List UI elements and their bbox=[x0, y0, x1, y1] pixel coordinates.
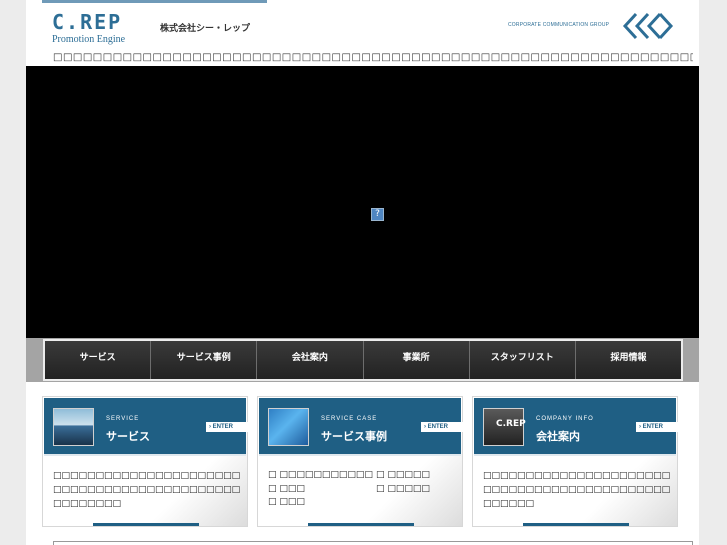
company-name: 株式会社シー・レップ bbox=[160, 24, 251, 34]
nav-item-staff-list[interactable]: スタッフリスト bbox=[469, 341, 576, 379]
logo-subtitle: Promotion Engine bbox=[52, 34, 126, 45]
card-bottom-bar bbox=[523, 523, 629, 526]
service-case-card-header[interactable]: SERVICE CASE サービス事例 › ENTER bbox=[259, 398, 463, 456]
card-title: サービス事例 bbox=[321, 430, 387, 443]
company-info-description: □□□□□□□□□□□□□□□□□□□□□□□□□□□□□□□□□□□□□□□□… bbox=[483, 471, 671, 509]
service-case-card: SERVICE CASE サービス事例 › ENTER □ □□□□□□□□□□… bbox=[257, 396, 463, 527]
nav-menu: サービス サービス事例 会社案内 事業所 スタッフリスト 採用情報 bbox=[43, 339, 683, 381]
company-thumbnail: C.REP bbox=[483, 408, 526, 446]
links-left-column: □ □□□□□□□□□□□ □ □□□ □ □□□ bbox=[268, 469, 373, 510]
service-case-enter-button[interactable]: › ENTER bbox=[421, 422, 463, 432]
nav-item-offices[interactable]: 事業所 bbox=[363, 341, 470, 379]
site-logo[interactable]: C.REP Promotion Engine bbox=[52, 12, 125, 45]
card-bottom-bar bbox=[308, 523, 414, 526]
nav-item-service[interactable]: サービス bbox=[45, 341, 152, 379]
site-tagline: □□□□□□□□□□□□□□□□□□□□□□□□□□□□□□□□□□□□□□□□… bbox=[53, 52, 693, 63]
group-label: CORPORATE COMMUNICATION GROUP bbox=[508, 22, 610, 28]
card-english-title: SERVICE bbox=[106, 416, 140, 422]
hero-media[interactable]: ? bbox=[26, 66, 699, 338]
service-description: □□□□□□□□□□□□□□□□□□□□□□□□□□□□□□□□□□□□□□□□… bbox=[53, 471, 241, 509]
service-card-header[interactable]: SERVICE サービス › ENTER bbox=[44, 398, 248, 456]
broken-plugin-icon: ? bbox=[371, 208, 384, 221]
logo-mark: C.REP bbox=[52, 10, 123, 34]
case-link[interactable]: □ □□□□□□□□□□□ bbox=[268, 469, 373, 483]
company-info-enter-button[interactable]: › ENTER bbox=[636, 422, 678, 432]
header-accent-line bbox=[42, 0, 267, 3]
links-right-column: □ □□□□□ □ □□□□□ bbox=[376, 469, 430, 496]
company-info-card: C.REP COMPANY INFO 会社案内 › ENTER □□□□□□□□… bbox=[472, 396, 678, 527]
service-thumbnail bbox=[53, 408, 94, 446]
footer-box bbox=[53, 541, 693, 545]
case-link[interactable]: □ □□□□□ bbox=[376, 483, 430, 497]
thumbnail-logo-text: C.REP bbox=[496, 419, 526, 429]
triple-chevron-logo-icon[interactable] bbox=[622, 11, 674, 45]
feature-cards: SERVICE サービス › ENTER □□□□□□□□□□□□□□□□□□□… bbox=[42, 396, 678, 528]
case-link[interactable]: □ □□□ bbox=[268, 483, 373, 497]
card-bottom-bar bbox=[93, 523, 199, 526]
card-title: 会社案内 bbox=[536, 430, 580, 443]
card-english-title: COMPANY INFO bbox=[536, 416, 594, 422]
nav-item-service-case[interactable]: サービス事例 bbox=[151, 341, 258, 379]
company-info-card-header[interactable]: C.REP COMPANY INFO 会社案内 › ENTER bbox=[474, 398, 678, 456]
page-container: C.REP Promotion Engine 株式会社シー・レップ CORPOR… bbox=[26, 0, 699, 545]
case-link[interactable]: □ □□□ bbox=[268, 496, 373, 510]
global-navigation: サービス サービス事例 会社案内 事業所 スタッフリスト 採用情報 bbox=[26, 338, 699, 382]
card-english-title: SERVICE CASE bbox=[321, 416, 378, 422]
nav-item-company-info[interactable]: 会社案内 bbox=[257, 341, 364, 379]
nav-item-recruit[interactable]: 採用情報 bbox=[575, 341, 682, 379]
service-case-thumbnail bbox=[268, 408, 309, 446]
service-enter-button[interactable]: › ENTER bbox=[206, 422, 248, 432]
case-link[interactable]: □ □□□□□ bbox=[376, 469, 430, 483]
service-card: SERVICE サービス › ENTER □□□□□□□□□□□□□□□□□□□… bbox=[42, 396, 248, 527]
card-title: サービス bbox=[106, 430, 150, 443]
